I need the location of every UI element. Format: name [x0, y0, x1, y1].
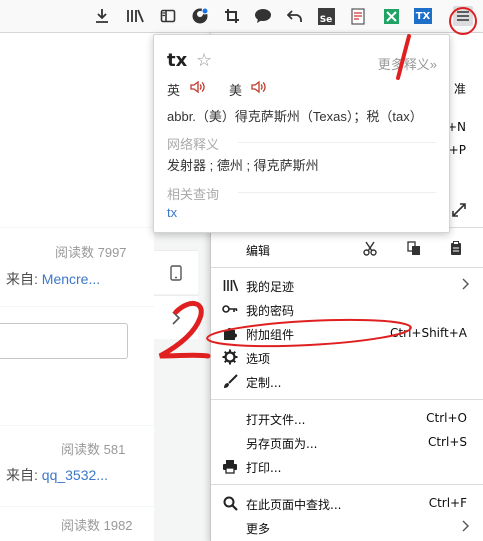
- chevron-right-icon: [462, 519, 470, 536]
- source-link[interactable]: Mencre...: [42, 271, 100, 287]
- sidebar-icon[interactable]: [157, 5, 179, 27]
- menu-separator: [211, 484, 483, 485]
- copy-icon[interactable]: [407, 241, 421, 259]
- menu-partial-item: 准: [453, 82, 466, 96]
- menu-item-label: 附加组件: [246, 328, 295, 342]
- browser-toolbar: Se TX: [0, 0, 483, 33]
- menu-item-label: 打开文件...: [246, 413, 306, 427]
- gear-icon: [222, 349, 238, 365]
- library-icon[interactable]: [124, 5, 146, 27]
- menu-item-history[interactable]: 我的足迹: [211, 274, 483, 296]
- menu-item-find[interactable]: 在此页面中查找... Ctrl+F: [211, 492, 483, 514]
- comment-input[interactable]: [0, 323, 128, 359]
- download-icon[interactable]: [91, 5, 113, 27]
- spreadsheet-icon[interactable]: [380, 5, 402, 27]
- more-definitions-link[interactable]: 更多释义»: [378, 54, 437, 73]
- article-card: 阅读数 1982: [0, 507, 154, 541]
- edit-label: 编辑: [246, 244, 271, 258]
- menu-separator: [211, 399, 483, 400]
- paste-icon[interactable]: [450, 241, 462, 259]
- article-card: 阅读数 7997 来自: Mencre...: [0, 228, 154, 306]
- selenium-icon[interactable]: Se: [315, 5, 337, 27]
- menu-item-shortcut: Ctrl+Shift+A: [390, 326, 467, 340]
- read-count: 阅读数 7997: [55, 245, 127, 260]
- menu-item-addons[interactable]: 附加组件 Ctrl+Shift+A: [211, 322, 483, 344]
- menu-item-label: 我的足迹: [246, 280, 295, 294]
- menu-item-label: 打印...: [246, 461, 282, 475]
- us-label: 美: [229, 83, 243, 98]
- key-icon: [222, 301, 238, 317]
- cut-icon[interactable]: [363, 241, 377, 259]
- source-label: 来自:: [6, 467, 38, 483]
- article-card: [0, 34, 154, 227]
- expand-rail-button[interactable]: [154, 295, 198, 339]
- menu-item-label: 更多: [246, 522, 271, 536]
- menu-item-shortcut: Ctrl+O: [426, 411, 467, 425]
- menu-item-passwords[interactable]: 我的密码: [211, 298, 483, 320]
- dict-definition: abbr.（美）得克萨斯州（Texas）；税（tax）: [167, 109, 423, 124]
- web-definition: 发射器 ; 德州 ; 得克萨斯州: [167, 158, 319, 173]
- dictionary-popup: tx ☆ 更多释义» 英 美 abbr.（美）得克萨斯州（Texas）；税（ta…: [153, 34, 450, 233]
- source-line: 来自: Mencre...: [6, 269, 100, 289]
- brush-icon: [222, 373, 238, 389]
- menu-item-label: 定制...: [246, 376, 282, 390]
- translate-tx-icon[interactable]: TX: [412, 5, 434, 27]
- source-link[interactable]: qq_3532...: [42, 467, 108, 483]
- uk-label: 英: [167, 83, 181, 98]
- printer-icon: [222, 458, 238, 474]
- source-label: 来自:: [6, 271, 38, 287]
- speaker-uk-icon[interactable]: [190, 80, 206, 97]
- related-link[interactable]: tx: [167, 205, 177, 220]
- dict-word: tx: [167, 50, 188, 71]
- screenshot-crop-icon[interactable]: [221, 5, 243, 27]
- read-count: 阅读数 581: [61, 442, 126, 457]
- menu-hamburger-icon[interactable]: [453, 6, 473, 26]
- menu-item-label: 在此页面中查找...: [246, 498, 342, 512]
- account-icon[interactable]: [189, 5, 211, 27]
- back-arrow-icon[interactable]: [284, 5, 306, 27]
- selenium-badge: Se: [317, 7, 335, 25]
- chevron-right-icon: [462, 277, 470, 294]
- menu-item-shortcut: Ctrl+S: [427, 435, 467, 449]
- chat-bubble-icon[interactable]: [252, 5, 274, 27]
- source-line: 来自: qq_3532...: [6, 465, 108, 485]
- puzzle-icon: [222, 325, 238, 341]
- menu-item-shortcut: Ctrl+F: [428, 496, 467, 510]
- divider: [238, 192, 436, 193]
- mobile-view-button[interactable]: [154, 250, 198, 294]
- menu-item-print[interactable]: 打印...: [211, 455, 483, 477]
- menu-item-label: 另存页面为...: [246, 437, 318, 451]
- menu-item-open-file[interactable]: 打开文件... Ctrl+O: [211, 407, 483, 429]
- library-icon: [222, 277, 238, 293]
- divider: [238, 142, 436, 143]
- edit-row: 编辑: [211, 238, 483, 260]
- tx-badge: TX: [414, 8, 432, 24]
- related-title: 相关查询: [167, 187, 220, 202]
- menu-item-save-page[interactable]: 另存页面为... Ctrl+S: [211, 431, 483, 453]
- private-window-shortcut: +P: [448, 143, 466, 157]
- article-card: 阅读数 581 来自: qq_3532...: [0, 426, 154, 506]
- menu-item-label: 我的密码: [246, 304, 295, 318]
- menu-item-more[interactable]: 更多: [211, 516, 483, 538]
- read-count: 阅读数 1982: [61, 518, 133, 533]
- fullscreen-icon[interactable]: [452, 203, 466, 220]
- menu-item-options[interactable]: 选项: [211, 346, 483, 368]
- search-icon: [222, 495, 238, 511]
- star-icon[interactable]: ☆: [196, 50, 212, 71]
- menu-separator: [211, 267, 483, 268]
- speaker-us-icon[interactable]: [251, 80, 267, 97]
- menu-item-customize[interactable]: 定制...: [211, 370, 483, 392]
- web-definition-title: 网络释义: [167, 137, 220, 152]
- notes-icon[interactable]: [347, 5, 369, 27]
- menu-item-label: 选项: [246, 352, 271, 366]
